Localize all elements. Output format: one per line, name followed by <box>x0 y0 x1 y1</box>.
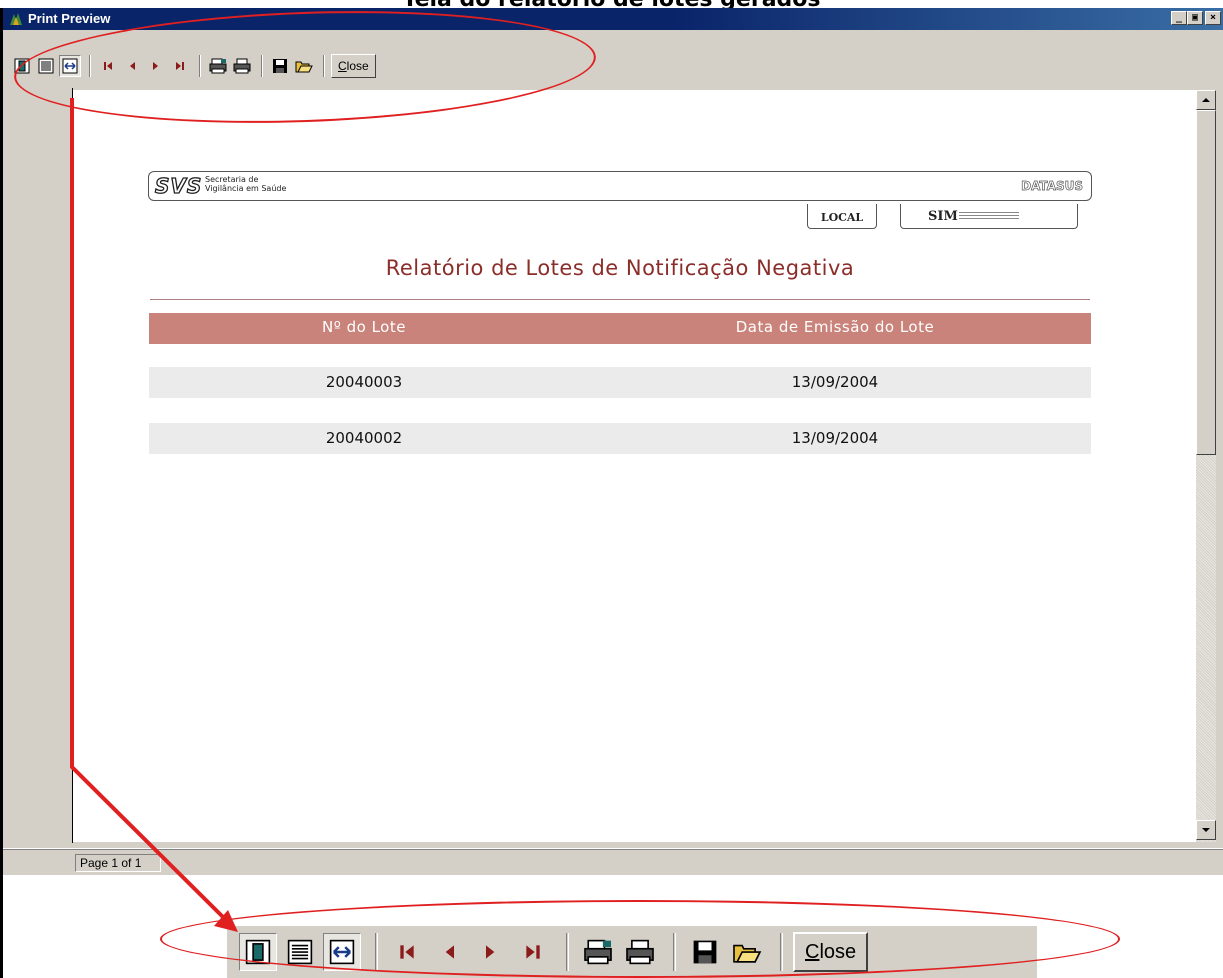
annotation-arrow <box>70 98 238 932</box>
